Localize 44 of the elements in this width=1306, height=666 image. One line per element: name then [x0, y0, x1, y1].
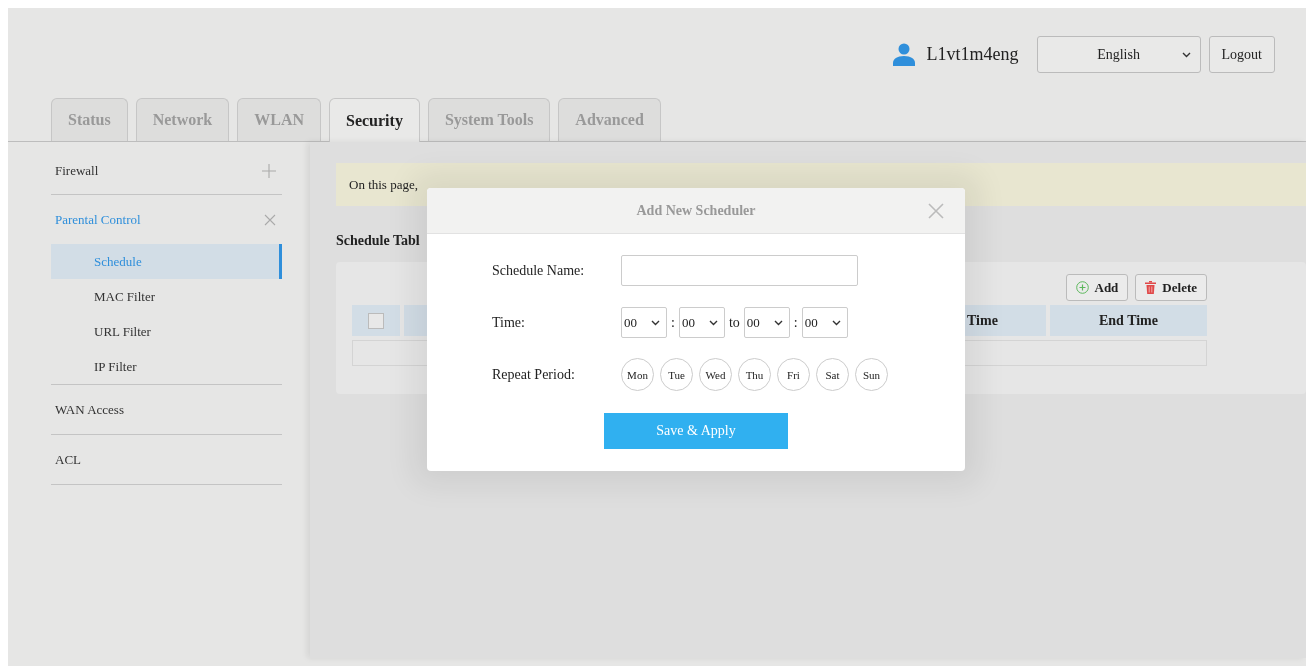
day-toggle[interactable]: Mon — [621, 358, 654, 391]
sidebar-item[interactable]: Firewall — [55, 163, 99, 179]
chevron-down-icon — [831, 319, 841, 326]
sidebar-subitem[interactable]: IP Filter — [51, 349, 282, 384]
trash-icon — [1145, 281, 1157, 294]
chevron-down-icon — [708, 319, 718, 326]
field-label: Time: — [492, 314, 526, 331]
close-icon[interactable] — [264, 213, 276, 226]
user-icon — [892, 43, 915, 66]
language-select[interactable]: English — [1036, 36, 1201, 73]
plus-circle-icon — [1075, 281, 1089, 294]
chevron-down-icon — [1181, 52, 1191, 58]
minute-select[interactable]: 00 — [801, 307, 848, 338]
nav-tab[interactable]: Security — [329, 98, 420, 142]
logout-button[interactable]: Logout — [1208, 36, 1275, 73]
hour-select[interactable]: 00 — [621, 307, 667, 338]
minute-select[interactable]: 00 — [678, 307, 725, 338]
sidebar-subitem[interactable]: URL Filter — [51, 314, 282, 349]
sidebar-item[interactable]: WAN Access — [55, 401, 124, 418]
username: L1vt1m4eng — [926, 44, 1019, 65]
plus-icon[interactable] — [262, 164, 276, 178]
day-toggle[interactable]: Thu — [738, 358, 771, 391]
day-toggle[interactable]: Sat — [816, 358, 849, 391]
day-toggle[interactable]: Sun — [855, 358, 888, 391]
close-icon[interactable] — [928, 203, 944, 219]
day-toggle[interactable]: Tue — [660, 358, 693, 391]
add-button[interactable]: Add — [1065, 274, 1129, 301]
chevron-down-icon — [773, 319, 783, 326]
field-label: Repeat Period: — [492, 366, 576, 383]
time-separator: : — [793, 314, 798, 331]
time-separator: : — [671, 314, 675, 331]
table-header-cell: End Time — [1050, 305, 1207, 336]
sidebar-subitem[interactable]: MAC Filter — [51, 279, 282, 314]
to-label: to — [728, 314, 740, 331]
select-all-checkbox[interactable] — [368, 312, 384, 329]
day-toggle[interactable]: Fri — [777, 358, 810, 391]
day-toggle[interactable]: Wed — [699, 358, 732, 391]
chevron-down-icon — [651, 319, 660, 326]
schedule-name-field[interactable] — [621, 255, 858, 286]
delete-button[interactable]: Delete — [1135, 274, 1207, 301]
field-label: Schedule Name: — [492, 262, 586, 279]
sidebar-item[interactable]: ACL — [55, 451, 81, 468]
section-title: Schedule Tabl — [336, 233, 420, 249]
hour-select[interactable]: 00 — [743, 307, 790, 338]
